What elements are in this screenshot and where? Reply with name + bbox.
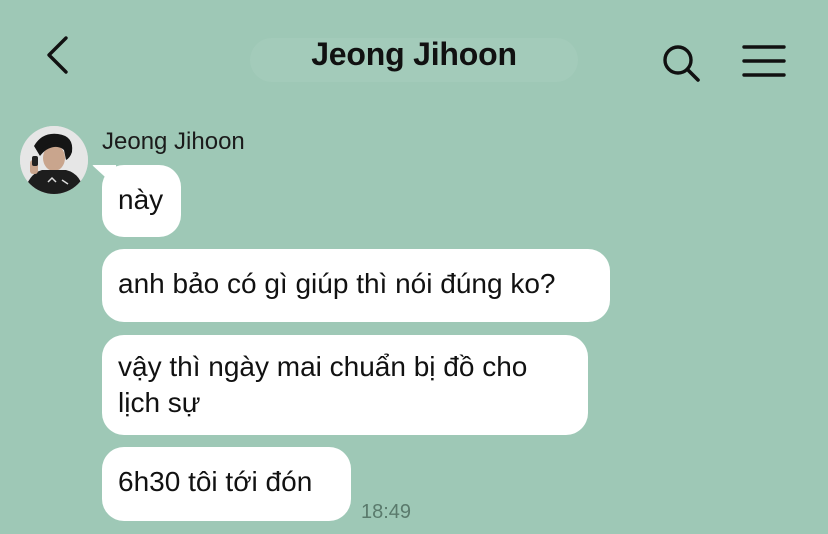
message-bubble[interactable]: 6h30 tôi tới đón	[102, 447, 351, 521]
sender-name: Jeong Jihoon	[102, 128, 245, 155]
search-icon	[663, 45, 700, 82]
hamburger-menu-icon	[742, 45, 786, 77]
menu-button[interactable]	[742, 42, 786, 82]
message-text: 6h30 tôi tới đón	[118, 466, 313, 497]
chat-header: Jeong Jihoon	[0, 0, 828, 110]
message-timestamp: 18:49	[361, 501, 412, 523]
message-text: này	[118, 184, 164, 215]
profile-photo-icon	[20, 126, 88, 194]
message-text: anh bảo có gì giúp thì nói đúng ko?	[118, 268, 556, 299]
message-bubble[interactable]: vậy thì ngày mai chuẩn bị đồ cho lịch sự	[102, 335, 588, 435]
sender-avatar[interactable]	[20, 126, 88, 194]
message-bubble[interactable]: này	[102, 165, 181, 237]
search-button[interactable]	[660, 42, 704, 86]
message-bubble[interactable]: anh bảo có gì giúp thì nói đúng ko?	[102, 249, 610, 322]
message-text: vậy thì ngày mai chuẩn bị đồ cho lịch sự	[118, 351, 528, 418]
